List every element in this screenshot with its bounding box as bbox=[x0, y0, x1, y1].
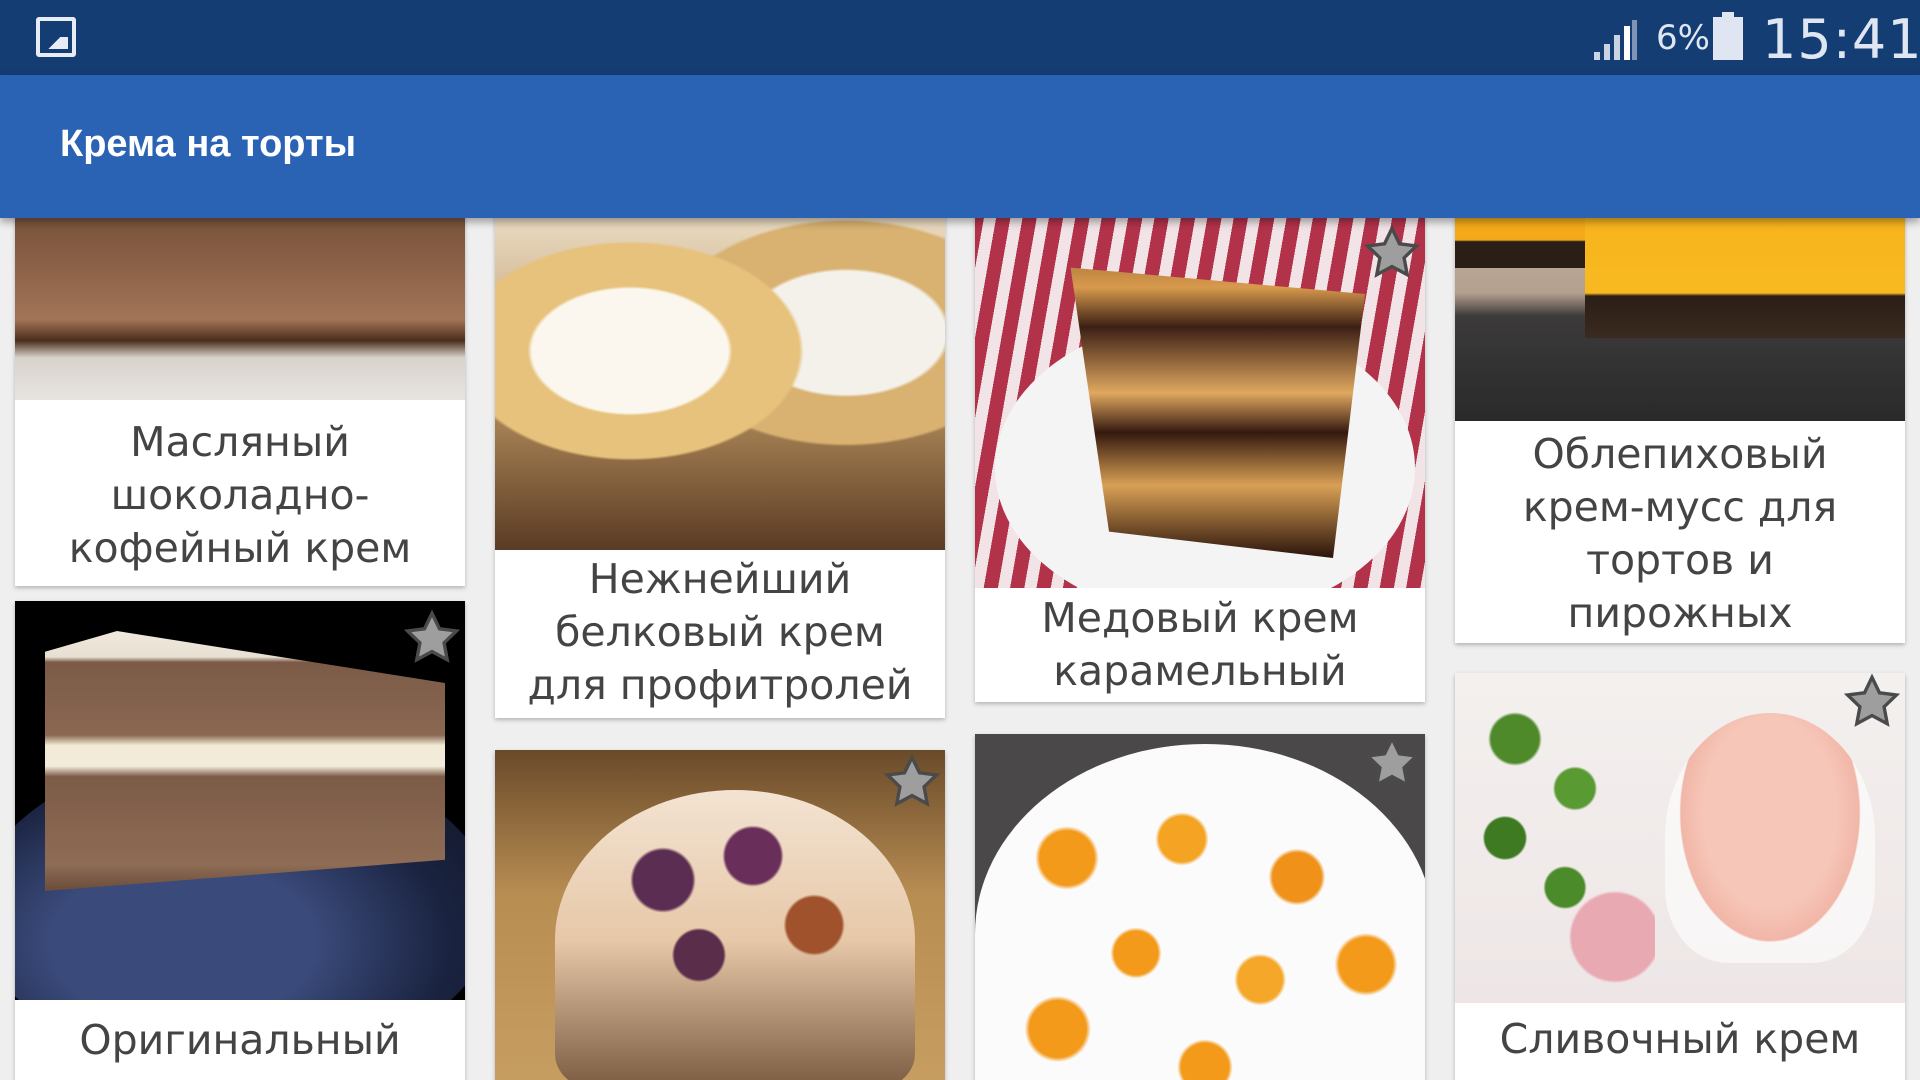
recipe-title: Сливочный крем bbox=[1499, 1015, 1861, 1063]
star-icon[interactable] bbox=[883, 753, 941, 811]
status-bar: 6% 15:41 bbox=[0, 0, 1920, 75]
gallery-icon bbox=[36, 17, 76, 57]
recipe-photo bbox=[15, 218, 465, 400]
star-icon[interactable] bbox=[1843, 673, 1901, 731]
recipe-title: Масляный шоколадно-кофейный крем bbox=[68, 418, 412, 572]
battery-icon bbox=[1713, 12, 1743, 60]
star-icon[interactable] bbox=[1363, 734, 1421, 792]
recipe-card[interactable]: Нежнейший белковый крем для профитролей bbox=[495, 218, 945, 718]
star-icon[interactable] bbox=[1363, 224, 1421, 282]
recipe-photo bbox=[1455, 218, 1905, 421]
recipe-photo bbox=[975, 734, 1425, 1080]
recipe-photo bbox=[1455, 673, 1905, 1003]
clock: 15:41 bbox=[1762, 8, 1920, 71]
battery-percent: 6% bbox=[1656, 18, 1710, 58]
recipe-title: Облепиховый крем-мусс для тортов и пирож… bbox=[1522, 430, 1838, 637]
star-icon[interactable] bbox=[403, 609, 461, 667]
recipe-photo bbox=[15, 601, 465, 1000]
recipe-card[interactable]: Облепиховый крем-мусс для тортов и пирож… bbox=[1455, 218, 1905, 643]
signal-icon bbox=[1594, 20, 1637, 60]
recipe-photo bbox=[495, 750, 945, 1080]
recipe-title: Оригинальный крем с bbox=[79, 1016, 401, 1080]
recipe-photo bbox=[495, 218, 945, 550]
app-bar: Крема на торты bbox=[0, 75, 1920, 218]
recipe-title: Нежнейший белковый крем для профитролей bbox=[527, 555, 913, 709]
recipe-card[interactable] bbox=[495, 750, 945, 1080]
recipe-card[interactable]: Оригинальный крем с bbox=[15, 601, 465, 1080]
recipe-card[interactable] bbox=[975, 734, 1425, 1080]
recipe-card[interactable]: Масляный шоколадно-кофейный крем bbox=[15, 218, 465, 586]
app-title: Крема на торты bbox=[60, 123, 357, 165]
recipe-card[interactable]: Медовый крем карамельный bbox=[975, 218, 1425, 702]
recipe-title: Медовый крем карамельный bbox=[1041, 594, 1359, 695]
recipe-grid[interactable]: Масляный шоколадно-кофейный крем Оригина… bbox=[0, 218, 1920, 1080]
recipe-photo bbox=[975, 218, 1425, 588]
recipe-card[interactable]: Сливочный крем bbox=[1455, 673, 1905, 1080]
